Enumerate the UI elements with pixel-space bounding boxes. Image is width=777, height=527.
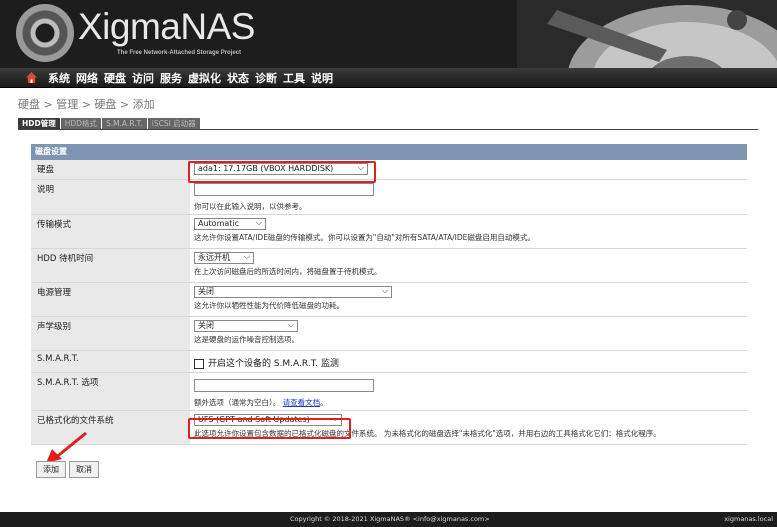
- standby-select[interactable]: 永远开机 ⌵: [194, 252, 254, 264]
- filesystem-select-highlight: [188, 418, 351, 439]
- hostname: xigmanas.local: [724, 515, 773, 523]
- standby-row: HDD 待机时间 永远开机 ⌵ 在上次访问磁盘后的所选时间内，将磁盘置于待机模式…: [31, 249, 747, 283]
- menu-services[interactable]: 服务: [160, 70, 182, 86]
- menu-network[interactable]: 网络: [76, 70, 98, 86]
- copyright: Copyright © 2018-2021 XigmaNAS® <info@xi…: [290, 515, 490, 523]
- chevron-down-icon: ⌵: [287, 320, 294, 329]
- app-header: XigmaNAS The Free Network-Attached Stora…: [0, 0, 777, 68]
- main-menu-bar: 系统 网络 硬盘 访问 服务 虚拟化 状态 诊断 工具 说明: [0, 68, 777, 88]
- red-arrow-icon: [46, 431, 87, 463]
- tab-bar: HDD管理 HDD格式 S.M.A.R.T. iSCSI 启动器: [18, 118, 201, 129]
- power-row: 电源管理 关闭 ⌵ 这允许你以牺牲性能为代价降低磁盘的功耗。: [31, 283, 747, 317]
- menu-system[interactable]: 系统: [48, 70, 70, 86]
- smart-options-help: 额外选项（通常为空白）。 请查看文档。: [194, 398, 328, 407]
- acoustic-label: 声学级别: [31, 317, 190, 350]
- home-icon[interactable]: [26, 72, 37, 83]
- tab-hdd-management[interactable]: HDD管理: [18, 118, 60, 129]
- brand-name: XigmaNAS: [78, 6, 255, 47]
- chevron-down-icon: ⌵: [243, 252, 250, 261]
- filesystem-row: 已格式化的文件系统 UFS (GPT and Soft Updates) ⌵ 此…: [31, 411, 747, 445]
- form-actions: 添加 取消: [36, 461, 99, 478]
- chevron-down-icon: ⌵: [255, 218, 262, 227]
- hard-disk-illustration-icon: [517, 0, 777, 68]
- smart-options-help-text: 额外选项（通常为空白）。: [194, 398, 281, 407]
- section-title: 磁盘设置: [31, 144, 747, 160]
- smart-checkbox[interactable]: [194, 358, 204, 369]
- tab-divider: [18, 129, 758, 130]
- power-help: 这允许你以牺牲性能为代价降低磁盘的功耗。: [194, 301, 344, 310]
- smart-options-row: S.M.A.R.T. 选项 额外选项（通常为空白）。 请查看文档。: [31, 373, 747, 411]
- acoustic-row: 声学级别 关闭 ⌵ 这是硬盘的运作噪音控制选项。: [31, 317, 747, 351]
- description-row: 说明 你可以在此输入说明，以供参考。: [31, 180, 747, 215]
- standby-label: HDD 待机时间: [31, 249, 190, 282]
- acoustic-select[interactable]: 关闭 ⌵: [194, 320, 298, 332]
- cancel-button[interactable]: 取消: [69, 461, 99, 478]
- disk-label: 硬盘: [31, 160, 190, 179]
- breadcrumb: 硬盘 > 管理 > 硬盘 > 添加: [18, 98, 155, 111]
- menu-tools[interactable]: 工具: [283, 70, 305, 86]
- transfer-mode-row: 传输模式 Automatic ⌵ 这允许你设置ATA/IDE磁盘的传输模式。你可…: [31, 215, 747, 249]
- brand-tagline: The Free Network-Attached Storage Projec…: [117, 50, 242, 56]
- power-select[interactable]: 关闭 ⌵: [194, 286, 392, 298]
- menu-disks[interactable]: 硬盘: [104, 70, 126, 86]
- standby-value: 永远开机: [198, 253, 230, 262]
- disk-row: 硬盘 ada1: 17.17GB (VBOX HARDDISK) ⌵: [31, 160, 747, 180]
- transfer-mode-label: 传输模式: [31, 215, 190, 248]
- standby-help: 在上次访问磁盘后的所选时间内，将磁盘置于待机模式。: [194, 267, 382, 276]
- add-button[interactable]: 添加: [36, 461, 66, 478]
- main-content: 硬盘 > 管理 > 硬盘 > 添加 HDD管理 HDD格式 S.M.A.R.T.…: [0, 89, 777, 512]
- disk-settings-form: 磁盘设置 硬盘 ada1: 17.17GB (VBOX HARDDISK) ⌵ …: [31, 144, 747, 445]
- smart-options-label: S.M.A.R.T. 选项: [31, 373, 190, 410]
- menu-diagnostics[interactable]: 诊断: [255, 70, 277, 86]
- xigmanas-logo-icon: [16, 4, 74, 62]
- description-help: 你可以在此输入说明，以供参考。: [194, 202, 307, 211]
- smart-options-input[interactable]: [194, 379, 374, 392]
- footer: Copyright © 2018-2021 XigmaNAS® <info@xi…: [0, 512, 777, 527]
- menu-help[interactable]: 说明: [311, 70, 333, 86]
- disk-select-highlight: [188, 161, 376, 183]
- description-input[interactable]: [194, 183, 374, 196]
- transfer-mode-value: Automatic: [198, 219, 240, 228]
- description-label: 说明: [31, 180, 190, 214]
- menu-virtualization[interactable]: 虚拟化: [188, 70, 221, 86]
- acoustic-help: 这是硬盘的运作噪音控制选项。: [194, 335, 299, 344]
- acoustic-value: 关闭: [198, 321, 214, 330]
- power-value: 关闭: [198, 287, 214, 296]
- tab-hdd-format[interactable]: HDD格式: [60, 118, 101, 129]
- smart-checkbox-label: 开启这个设备的 S.M.A.R.T. 监测: [208, 359, 339, 369]
- smart-label: S.M.A.R.T.: [31, 351, 190, 372]
- transfer-mode-help: 这允许你设置ATA/IDE磁盘的传输模式。你可以设置为"自动"对所有SATA/A…: [194, 233, 535, 242]
- chevron-down-icon: ⌵: [381, 286, 388, 295]
- power-label: 电源管理: [31, 283, 190, 316]
- tab-smart[interactable]: S.M.A.R.T.: [101, 118, 147, 129]
- tab-iscsi-initiator[interactable]: iSCSI 启动器: [147, 118, 200, 129]
- documentation-link[interactable]: 请查看文档: [283, 398, 321, 407]
- transfer-mode-select[interactable]: Automatic ⌵: [194, 218, 266, 230]
- smart-row: S.M.A.R.T. 开启这个设备的 S.M.A.R.T. 监测: [31, 351, 747, 373]
- menu-status[interactable]: 状态: [227, 70, 249, 86]
- menu-access[interactable]: 访问: [132, 70, 154, 86]
